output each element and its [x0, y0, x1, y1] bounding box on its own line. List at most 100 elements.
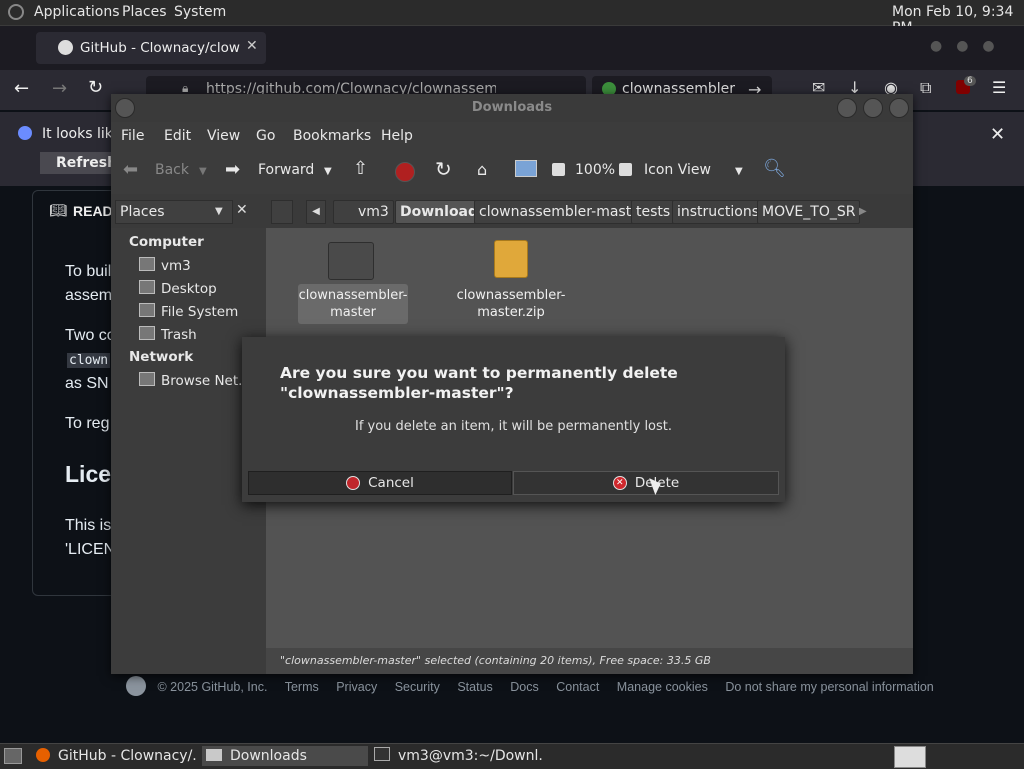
- distro-logo-icon[interactable]: [8, 4, 24, 20]
- back-arrow-icon[interactable]: ←: [14, 78, 29, 99]
- firefox-icon: [36, 748, 50, 762]
- menu-file[interactable]: File: [121, 128, 144, 144]
- window-controls-icon[interactable]: ●●●: [930, 38, 1009, 54]
- breadcrumb-left-icon[interactable]: ◀: [306, 200, 326, 224]
- folder-icon: [328, 242, 374, 280]
- up-icon[interactable]: ⇧: [353, 158, 368, 179]
- back-button[interactable]: Back: [155, 162, 189, 178]
- breadcrumb-move-to-sr[interactable]: MOVE_TO_SR: [757, 200, 861, 224]
- forward-icon[interactable]: ➡: [225, 159, 240, 180]
- menu-view[interactable]: View: [207, 128, 240, 144]
- minimize-button[interactable]: [837, 98, 857, 118]
- zip-archive-icon: [494, 240, 528, 278]
- zoom-out-icon[interactable]: [552, 163, 565, 176]
- sidebar-item-desktop[interactable]: Desktop: [139, 280, 217, 297]
- dialog-title: Are you sure you want to permanently del…: [280, 364, 678, 402]
- menu-bookmarks[interactable]: Bookmarks: [293, 128, 371, 144]
- notice-text: It looks like: [42, 126, 121, 142]
- forward-arrow-icon[interactable]: →: [52, 78, 67, 99]
- breadcrumb-tests[interactable]: tests: [631, 200, 676, 224]
- taskbar-item-firefox[interactable]: GitHub - Clownacy/...: [36, 746, 198, 766]
- file-label: clownassembler-master: [298, 284, 408, 324]
- breadcrumb-vm3[interactable]: vm3: [333, 200, 394, 224]
- location-bar: Places ▼ ✕ ◀ vm3 Downloads clownassemble…: [111, 194, 913, 228]
- readme-code: clown: [67, 353, 111, 368]
- footer-link-status[interactable]: Status: [457, 680, 492, 694]
- window-title[interactable]: Downloads: [111, 94, 913, 122]
- search-icon[interactable]: 🔍︎: [763, 158, 786, 179]
- reload-icon[interactable]: ↻: [88, 77, 103, 98]
- view-mode-select[interactable]: Icon View: [644, 162, 711, 178]
- bottom-taskbar: GitHub - Clownacy/... Downloads vm3@vm3:…: [0, 743, 1024, 769]
- menu-go[interactable]: Go: [256, 128, 275, 144]
- taskbar-item-terminal[interactable]: vm3@vm3:~/Downl...: [374, 746, 544, 766]
- footer-link-do-not-share[interactable]: Do not share my personal information: [725, 680, 933, 694]
- sidebar-item-file-system[interactable]: File System: [139, 303, 238, 320]
- sidebar-item-browse-network[interactable]: Browse Net...: [139, 372, 251, 389]
- zoom-level[interactable]: 100%: [575, 162, 615, 178]
- footer-copyright: © 2025 GitHub, Inc.: [157, 680, 268, 694]
- top-panel: Applications Places System Mon Feb 10, 9…: [0, 0, 1024, 36]
- folder-icon: [206, 749, 222, 761]
- cancel-icon: [346, 476, 361, 490]
- workspace-switcher-icon[interactable]: [894, 746, 926, 768]
- hamburger-menu-icon[interactable]: ☰: [992, 78, 1006, 97]
- places-dropdown-icon[interactable]: ▼: [215, 206, 223, 217]
- footer-link-contact[interactable]: Contact: [556, 680, 599, 694]
- menu-edit[interactable]: Edit: [164, 128, 191, 144]
- github-icon: [58, 40, 73, 55]
- readme-tab[interactable]: READ: [73, 203, 113, 219]
- edit-location-icon[interactable]: [271, 200, 293, 224]
- computer-icon[interactable]: [515, 160, 537, 177]
- cancel-button[interactable]: Cancel: [248, 471, 512, 495]
- readme-line: Two co: [65, 327, 116, 344]
- file-item-zip[interactable]: clownassembler-master.zip: [456, 238, 566, 320]
- menu-bar: File Edit View Go Bookmarks Help: [111, 122, 913, 150]
- footer-link-security[interactable]: Security: [395, 680, 440, 694]
- applications-menu[interactable]: Applications: [34, 4, 120, 20]
- sidebar-item-vm3[interactable]: vm3: [139, 257, 191, 274]
- places-menu[interactable]: Places: [122, 4, 167, 20]
- breadcrumb-clownassembler-master[interactable]: clownassembler-master: [474, 200, 651, 224]
- sidebar-header-network: Network: [129, 349, 194, 365]
- footer-link-docs[interactable]: Docs: [510, 680, 538, 694]
- delete-button[interactable]: ✕ Delete: [513, 471, 779, 495]
- terminal-icon: [374, 747, 390, 761]
- browser-tab[interactable]: GitHub - Clownacy/clownas ✕: [36, 32, 266, 64]
- back-dropdown-icon[interactable]: ▼: [199, 166, 207, 177]
- system-menu[interactable]: System: [174, 4, 226, 20]
- maximize-button[interactable]: [863, 98, 883, 118]
- places-sidebar: Computer vm3 Desktop File System Trash N…: [111, 228, 263, 674]
- footer-link-cookies[interactable]: Manage cookies: [617, 680, 708, 694]
- taskbar-item-downloads[interactable]: Downloads: [202, 746, 368, 766]
- back-icon[interactable]: ⬅: [123, 159, 138, 180]
- show-desktop-icon[interactable]: [4, 748, 22, 764]
- window-menu-icon[interactable]: [115, 98, 135, 118]
- stop-icon[interactable]: [395, 162, 415, 182]
- network-icon: [139, 372, 155, 386]
- footer-link-privacy[interactable]: Privacy: [336, 680, 377, 694]
- readme-line: To reg: [65, 415, 110, 432]
- addon-badge: 6: [964, 76, 976, 86]
- close-button[interactable]: [889, 98, 909, 118]
- home-icon[interactable]: ⌂: [477, 160, 487, 179]
- view-mode-dropdown-icon[interactable]: ▼: [735, 166, 743, 177]
- menu-help[interactable]: Help: [381, 128, 413, 144]
- tab-title: GitHub - Clownacy/clownas: [80, 40, 240, 56]
- breadcrumb-right-icon[interactable]: ▶: [859, 206, 867, 217]
- notice-close-icon[interactable]: ✕: [990, 124, 1005, 145]
- footer-link-terms[interactable]: Terms: [285, 680, 319, 694]
- reload-icon[interactable]: ↻: [435, 157, 452, 181]
- readme-line: assem: [65, 287, 113, 304]
- extensions-icon[interactable]: ⧉: [920, 78, 931, 98]
- breadcrumb-instructions[interactable]: instructions: [672, 200, 764, 224]
- status-bar: "clownassembler-master" selected (contai…: [266, 648, 913, 674]
- sidebar-item-trash[interactable]: Trash: [139, 326, 197, 343]
- close-sidebar-icon[interactable]: ✕: [236, 202, 248, 218]
- file-item-folder[interactable]: clownassembler-master: [298, 238, 408, 324]
- forward-dropdown-icon[interactable]: ▼: [324, 166, 332, 177]
- tab-close-icon[interactable]: ✕: [246, 38, 258, 54]
- zoom-in-icon[interactable]: [619, 163, 632, 176]
- forward-button[interactable]: Forward: [258, 162, 314, 178]
- sidebar-header-computer: Computer: [129, 234, 204, 250]
